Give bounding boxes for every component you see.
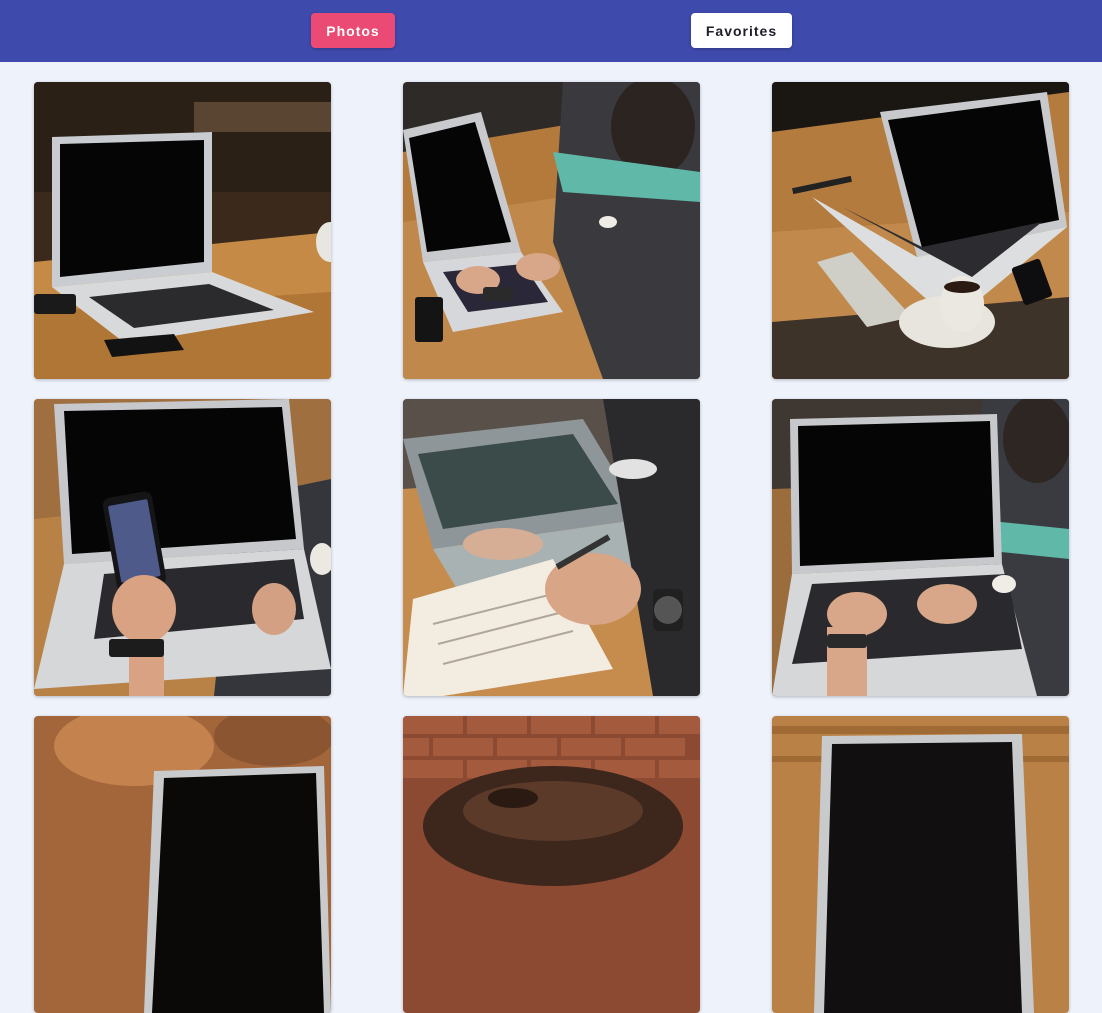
photo-tile[interactable] bbox=[34, 82, 331, 379]
photo-tile[interactable] bbox=[772, 399, 1069, 696]
photo-laptop-table bbox=[34, 82, 331, 379]
photo-hands-typing bbox=[772, 399, 1069, 696]
photo-laptop-coffee bbox=[772, 82, 1069, 379]
photo-tile[interactable] bbox=[772, 716, 1069, 1013]
photo-tile[interactable] bbox=[403, 82, 700, 379]
photo-man-typing bbox=[403, 82, 700, 379]
photo-tile[interactable] bbox=[403, 716, 700, 1013]
photo-tile[interactable] bbox=[34, 716, 331, 1013]
photo-laptop-wood bbox=[772, 716, 1069, 1013]
photo-tile[interactable] bbox=[403, 399, 700, 696]
photo-grid bbox=[0, 0, 1102, 1013]
photo-leather-bag bbox=[403, 716, 700, 1013]
photo-tile[interactable] bbox=[34, 399, 331, 696]
photo-phone-in-hand bbox=[34, 399, 331, 696]
photo-laptop-blurred bbox=[34, 716, 331, 1013]
photo-writing-notebook bbox=[403, 399, 700, 696]
photo-tile[interactable] bbox=[772, 82, 1069, 379]
